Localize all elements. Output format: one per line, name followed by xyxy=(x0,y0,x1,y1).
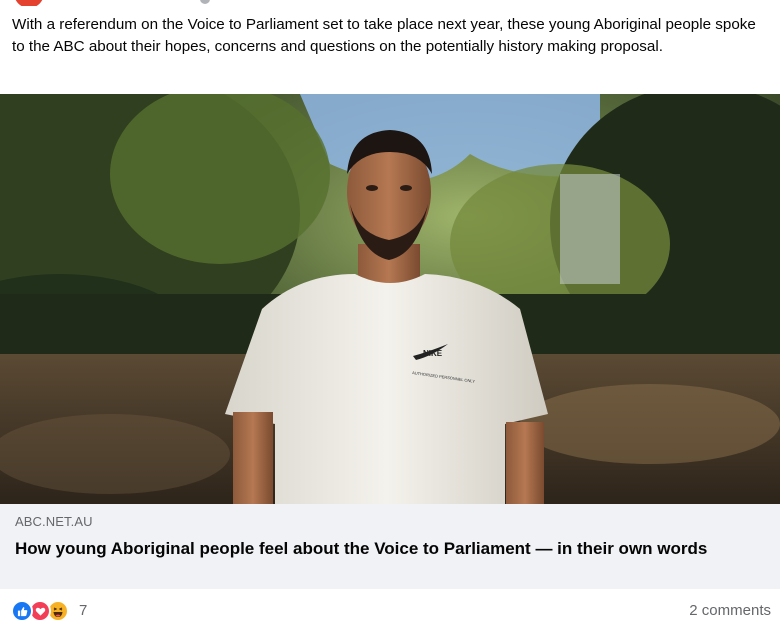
link-preview-image[interactable]: NIKE AUTHORIZED PERSONNEL ONLY xyxy=(0,94,780,504)
shirt-logo-text: NIKE xyxy=(423,349,443,358)
reaction-icons[interactable] xyxy=(11,600,75,622)
comments-count-link[interactable]: 2 comments xyxy=(689,602,771,619)
post-message: With a referendum on the Voice to Parlia… xyxy=(12,16,756,55)
link-preview-meta[interactable]: ABC.NET.AU How young Aboriginal people f… xyxy=(0,504,780,589)
link-title[interactable]: How young Aboriginal people feel about t… xyxy=(15,538,735,560)
photo-illustration: NIKE AUTHORIZED PERSONNEL ONLY xyxy=(0,94,780,504)
reaction-count[interactable]: 7 xyxy=(79,602,87,619)
post-header-partial xyxy=(0,0,780,6)
like-icon xyxy=(11,600,33,622)
link-domain: ABC.NET.AU xyxy=(15,514,93,529)
page-avatar[interactable] xyxy=(14,0,44,6)
reactions-bar: 7 2 comments xyxy=(0,590,780,631)
audience-icon xyxy=(200,0,210,4)
